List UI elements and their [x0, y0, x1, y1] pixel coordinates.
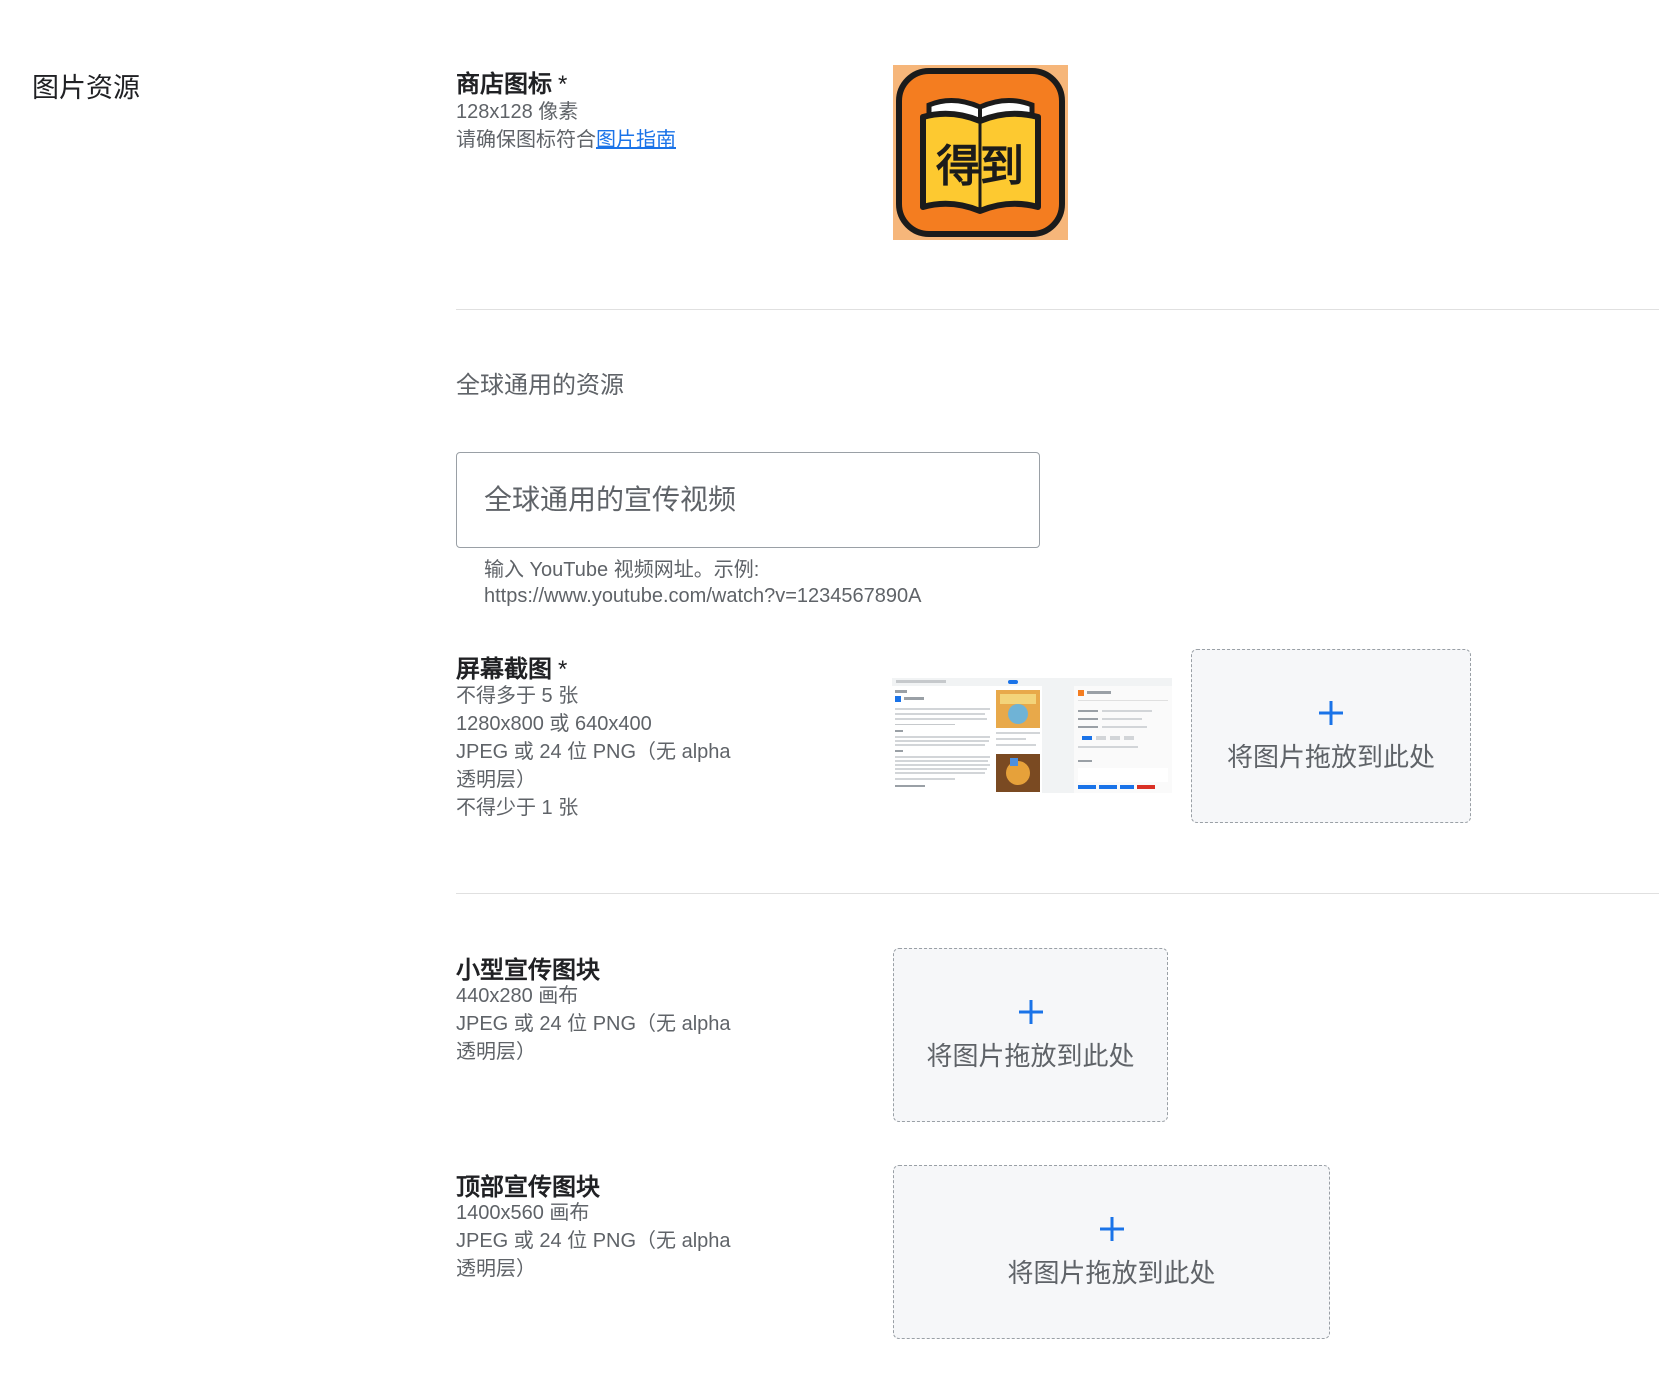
video-help-line1: 输入 YouTube 视频网址。示例:: [484, 559, 760, 581]
store-icon-desc: 128x128 像素 请确保图标符合图片指南: [456, 98, 756, 154]
small-promo-desc-line: JPEG 或 24 位 PNG（无 alpha 透明层）: [456, 1013, 731, 1063]
divider: [456, 893, 1659, 894]
store-icon-image: 得到: [893, 65, 1068, 240]
image-guide-link[interactable]: 图片指南: [596, 129, 676, 151]
app-logo-text: 得到: [935, 141, 1024, 192]
screenshots-dropzone[interactable]: 将图片拖放到此处: [1191, 649, 1471, 823]
video-help-line2: https://www.youtube.com/watch?v=12345678…: [484, 585, 922, 607]
screenshots-desc-line: 不得多于 5 张: [456, 685, 579, 707]
section-title: 图片资源: [32, 73, 140, 103]
required-mark: *: [558, 656, 568, 683]
store-icon-guide: 请确保图标符合图片指南: [456, 126, 756, 154]
video-help-text: 输入 YouTube 视频网址。示例: https://www.youtube.…: [484, 557, 922, 609]
screenshots-desc-line: 1280x800 或 640x400: [456, 713, 652, 735]
guide-prefix: 请确保图标符合: [456, 129, 596, 151]
divider: [456, 309, 1659, 310]
screenshots-desc: 不得多于 5 张 1280x800 或 640x400 JPEG 或 24 位 …: [456, 682, 756, 822]
store-icon-size: 128x128 像素: [456, 101, 579, 123]
store-icon-title-text: 商店图标: [456, 71, 552, 98]
promo-video-input[interactable]: [456, 452, 1040, 548]
screenshot-preview-image: [892, 678, 1172, 793]
dropzone-label: 将图片拖放到此处: [1226, 741, 1435, 772]
plus-icon: [1017, 998, 1045, 1026]
marquee-promo-desc: 1400x560 画布 JPEG 或 24 位 PNG（无 alpha 透明层）: [456, 1199, 756, 1283]
plus-icon: [1317, 699, 1345, 727]
marquee-promo-desc-line: JPEG 或 24 位 PNG（无 alpha 透明层）: [456, 1230, 731, 1280]
small-promo-title: 小型宣传图块: [456, 957, 600, 984]
screenshots-desc-line: 不得少于 1 张: [456, 797, 579, 819]
small-promo-desc-line: 440x280 画布: [456, 985, 579, 1007]
small-promo-desc: 440x280 画布 JPEG 或 24 位 PNG（无 alpha 透明层）: [456, 982, 756, 1066]
global-assets-heading: 全球通用的资源: [456, 372, 624, 399]
dropzone-label: 将图片拖放到此处: [1007, 1257, 1216, 1288]
marquee-promo-dropzone[interactable]: 将图片拖放到此处: [893, 1165, 1330, 1339]
screenshots-desc-line: JPEG 或 24 位 PNG（无 alpha 透明层）: [456, 741, 731, 791]
dropzone-label: 将图片拖放到此处: [926, 1040, 1135, 1071]
plus-icon: [1098, 1215, 1126, 1243]
screenshots-title: 屏幕截图 *: [456, 649, 567, 684]
screenshots-title-text: 屏幕截图: [456, 656, 552, 683]
app-logo-icon: 得到: [893, 65, 1068, 240]
marquee-promo-title: 顶部宣传图块: [456, 1174, 600, 1201]
store-icon-title: 商店图标 *: [456, 64, 567, 99]
screenshot-thumbnail[interactable]: [892, 678, 1172, 793]
small-promo-dropzone[interactable]: 将图片拖放到此处: [893, 948, 1168, 1122]
marquee-promo-desc-line: 1400x560 画布: [456, 1202, 590, 1224]
required-mark: *: [558, 71, 568, 98]
